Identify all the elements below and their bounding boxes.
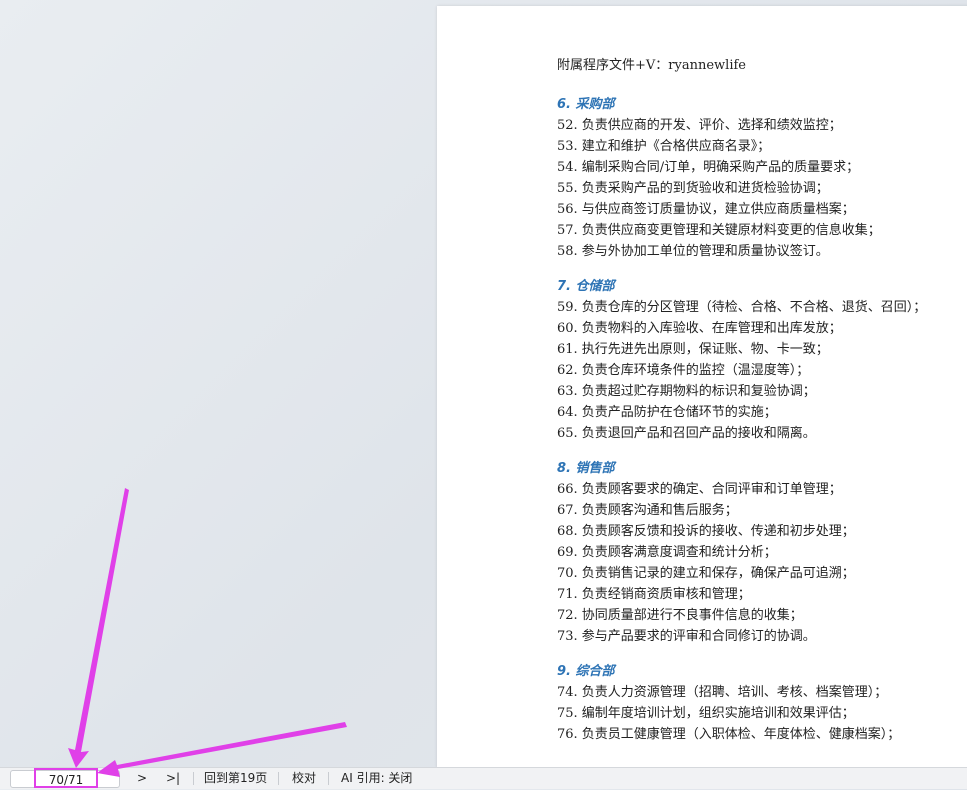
arrow-up-left [68, 488, 129, 768]
divider [278, 772, 279, 785]
goto-page-button[interactable]: 回到第19页 [204, 768, 267, 789]
list-item: 69. 负责顾客满意度调查和统计分析； [557, 545, 777, 560]
list-item: 64. 负责产品防护在仓储环节的实施； [557, 405, 777, 420]
ai-citation-toggle[interactable]: AI 引用: 关闭 [341, 768, 412, 789]
list-item: 53. 建立和维护《合格供应商名录》； [557, 139, 771, 154]
list-item: 76. 负责员工健康管理（入职体检、年度体检、健康档案）； [557, 727, 901, 742]
section-title: 8. 销售部 [557, 461, 615, 476]
page-indicator[interactable]: 70/71 [34, 768, 98, 788]
list-item: 52. 负责供应商的开发、评价、选择和绩效监控； [557, 118, 842, 133]
list-item: 55. 负责采购产品的到货验收和进货检验协调； [557, 181, 829, 196]
list-item: 67. 负责顾客沟通和售后服务； [557, 503, 738, 518]
list-item: 62. 负责仓库环境条件的监控（温湿度等）； [557, 363, 810, 378]
section-warehouse: 7. 仓储部 59. 负责仓库的分区管理（待检、合格、不合格、退货、召回）； 6… [557, 276, 967, 444]
list-item: 61. 执行先进先出原则，保证账、物、卡一致； [557, 342, 829, 357]
list-item: 54. 编制采购合同/订单，明确采购产品的质量要求； [557, 160, 860, 175]
document-page: 附属程序文件+V：ryannewlife 6. 采购部 52. 负责供应商的开发… [437, 6, 967, 768]
list-item: 68. 负责顾客反馈和投诉的接收、传递和初步处理； [557, 524, 855, 539]
section-title: 7. 仓储部 [557, 279, 615, 294]
page-header-text: 附属程序文件+V：ryannewlife [557, 58, 746, 73]
last-page-button[interactable]: >| [166, 768, 180, 789]
status-bar: 70/71 > >| 回到第19页 校对 AI 引用: 关闭 [0, 767, 967, 789]
list-item: 70. 负责销售记录的建立和保存，确保产品可追溯； [557, 566, 855, 581]
list-item: 59. 负责仓库的分区管理（待检、合格、不合格、退货、召回）； [557, 300, 927, 315]
list-item: 75. 编制年度培训计划，组织实施培训和效果评估； [557, 706, 855, 721]
list-item: 73. 参与产品要求的评审和合同修订的协调。 [557, 629, 816, 644]
list-item: 66. 负责顾客要求的确定、合同评审和订单管理； [557, 482, 842, 497]
divider [193, 772, 194, 785]
proofread-button[interactable]: 校对 [292, 768, 316, 789]
section-purchasing: 6. 采购部 52. 负责供应商的开发、评价、选择和绩效监控； 53. 建立和维… [557, 94, 967, 262]
section-general: 9. 综合部 74. 负责人力资源管理（招聘、培训、考核、档案管理）； 75. … [557, 661, 967, 745]
list-item: 63. 负责超过贮存期物料的标识和复验协调； [557, 384, 816, 399]
list-item: 57. 负责供应商变更管理和关键原材料变更的信息收集； [557, 223, 881, 238]
list-item: 58. 参与外协加工单位的管理和质量协议签订。 [557, 244, 829, 259]
section-title: 6. 采购部 [557, 97, 615, 112]
list-item: 60. 负责物料的入库验收、在库管理和出库发放； [557, 321, 842, 336]
next-page-button[interactable]: > [137, 768, 147, 789]
list-item: 74. 负责人力资源管理（招聘、培训、考核、档案管理）； [557, 685, 888, 700]
list-item: 56. 与供应商签订质量协议，建立供应商质量档案； [557, 202, 855, 217]
divider [328, 772, 329, 785]
list-item: 65. 负责退回产品和召回产品的接收和隔离。 [557, 426, 816, 441]
section-sales: 8. 销售部 66. 负责顾客要求的确定、合同评审和订单管理； 67. 负责顾客… [557, 458, 967, 647]
section-title: 9. 综合部 [557, 664, 615, 679]
list-item: 71. 负责经销商资质审核和管理； [557, 587, 751, 602]
page-content: 附属程序文件+V：ryannewlife 6. 采购部 52. 负责供应商的开发… [557, 55, 967, 759]
list-item: 72. 协同质量部进行不良事件信息的收集； [557, 608, 803, 623]
